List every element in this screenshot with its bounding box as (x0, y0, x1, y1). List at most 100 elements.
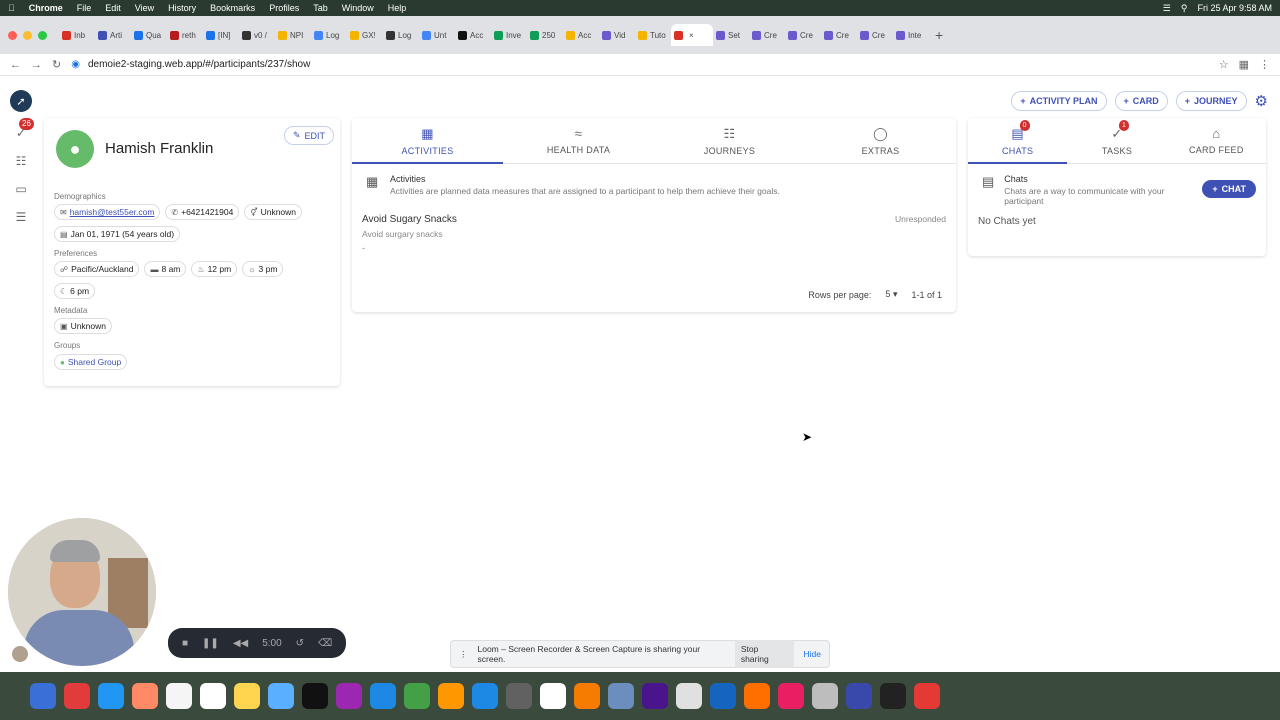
add-journey-button[interactable]: + JOURNEY (1175, 91, 1247, 111)
dock-app-icon[interactable] (744, 683, 770, 709)
menu-help[interactable]: Help (388, 3, 407, 13)
dock-app-icon[interactable] (200, 683, 226, 709)
browser-tab[interactable]: GX! (347, 24, 383, 46)
webcam-bubble[interactable] (8, 518, 156, 666)
search-icon[interactable]: ⚲ (1181, 3, 1188, 14)
edit-button[interactable]: ✎ EDIT (283, 126, 334, 145)
dob-chip[interactable]: ▤ Jan 01, 1971 (54 years old) (54, 226, 181, 242)
browser-tab[interactable]: Arti (95, 24, 131, 46)
menu-file[interactable]: File (77, 3, 92, 13)
dock-app-icon[interactable] (404, 683, 430, 709)
tab-journeys[interactable]: ☷ JOURNEYS (654, 118, 805, 163)
bookmark-star-icon[interactable]: ☆ (1219, 58, 1229, 71)
browser-tab[interactable]: Unt (419, 24, 455, 46)
email-chip[interactable]: ✉ hamish@test55er.com (54, 204, 161, 220)
stop-recording-icon[interactable]: ■ (182, 638, 188, 649)
timezone-chip[interactable]: ☍ Pacific/Auckland (54, 261, 140, 277)
tab-health-data[interactable]: ≈ HEALTH DATA (503, 118, 654, 163)
menu-view[interactable]: View (135, 3, 154, 13)
user-avatar[interactable] (12, 646, 28, 662)
browser-tab[interactable]: 250 (527, 24, 563, 46)
close-tab-icon[interactable]: × (689, 31, 694, 40)
browser-tab[interactable]: Qua (131, 24, 167, 46)
browser-menu-icon[interactable]: ⋮ (1259, 58, 1270, 71)
dock-app-icon[interactable] (880, 683, 906, 709)
menubar-app-name[interactable]: Chrome (29, 3, 63, 13)
url-text[interactable]: demoie2-staging.web.app/#/participants/2… (88, 59, 310, 70)
menu-edit[interactable]: Edit (105, 3, 121, 13)
browser-tab[interactable]: Log (311, 24, 347, 46)
rows-per-page-select[interactable]: 5 ▾ (885, 289, 897, 300)
dock-app-icon[interactable] (166, 683, 192, 709)
add-chat-button[interactable]: + CHAT (1202, 180, 1256, 198)
tab-tasks[interactable]: ✓ 1 TASKS (1067, 118, 1166, 163)
browser-tab[interactable]: reth (167, 24, 203, 46)
browser-tab[interactable]: × (671, 24, 713, 46)
book-rail-icon[interactable]: ▭ (13, 182, 29, 196)
extensions-icon[interactable]: ▦ (1239, 58, 1249, 71)
dock-app-icon[interactable] (438, 683, 464, 709)
reload-icon[interactable]: ↻ (52, 58, 61, 71)
menu-rail-icon[interactable]: ☰ (13, 210, 29, 224)
pause-icon[interactable]: ❚❚ (202, 638, 219, 649)
dock-app-icon[interactable] (540, 683, 566, 709)
dock-app-icon[interactable] (268, 683, 294, 709)
browser-tab[interactable]: Loɡ (383, 24, 419, 46)
delete-icon[interactable]: ⌫ (318, 638, 332, 649)
forward-icon[interactable]: → (31, 59, 42, 71)
lunch-time-chip[interactable]: ♨ 12 pm (191, 261, 238, 277)
browser-tab[interactable]: Acc (563, 24, 599, 46)
zoom-window-button[interactable] (38, 30, 47, 40)
menu-bookmarks[interactable]: Bookmarks (210, 3, 255, 13)
browser-tab[interactable]: Set (713, 24, 749, 46)
list-item[interactable]: Avoid Sugary Snacks Avoid surgary snacks… (352, 214, 956, 254)
app-logo-icon[interactable]: ➚ (10, 90, 32, 112)
wake-time-chip[interactable]: ▬ 8 am (144, 261, 187, 277)
browser-tab[interactable]: Cre (785, 24, 821, 46)
evening-time-chip[interactable]: ☾ 6 pm (54, 283, 96, 299)
dock-app-icon[interactable] (336, 683, 362, 709)
browser-tab[interactable]: Inb (59, 24, 95, 46)
browser-tab[interactable]: Cre (749, 24, 785, 46)
dock-app-icon[interactable] (812, 683, 838, 709)
gender-chip[interactable]: ⚥ Unknown (244, 204, 303, 220)
browser-tab[interactable]: Cre (857, 24, 893, 46)
close-window-button[interactable] (8, 30, 17, 40)
metadata-chip[interactable]: ▣ Unknown (54, 318, 112, 334)
site-info-icon[interactable]: ◉ (71, 59, 80, 70)
browser-tab[interactable]: Inve (491, 24, 527, 46)
dock-app-icon[interactable] (234, 683, 260, 709)
browser-tab[interactable]: Acc (455, 24, 491, 46)
drag-handle-icon[interactable]: ⋮ (459, 649, 468, 660)
tab-extras[interactable]: ◯ EXTRAS (805, 118, 956, 163)
dock-app-icon[interactable] (506, 683, 532, 709)
menu-profiles[interactable]: Profiles (269, 3, 299, 13)
menu-window[interactable]: Window (342, 3, 374, 13)
browser-tab[interactable]: [IN] (203, 24, 239, 46)
menu-history[interactable]: History (168, 3, 196, 13)
menubar-datetime[interactable]: Fri 25 Apr 9:58 AM (1197, 3, 1272, 13)
browser-tab[interactable]: Inte (893, 24, 929, 46)
stop-sharing-button[interactable]: Stop sharing (734, 640, 794, 668)
tab-chats[interactable]: ▤ 0 CHATS (968, 118, 1068, 164)
browser-tab[interactable]: v0 / (239, 24, 275, 46)
dock-app-icon[interactable] (132, 683, 158, 709)
dock-app-icon[interactable] (914, 683, 940, 709)
dock-app-icon[interactable] (846, 683, 872, 709)
wifi-icon[interactable]: ☰ (1163, 3, 1171, 14)
back-icon[interactable]: ← (10, 59, 21, 71)
browser-tab[interactable]: Tuto (635, 24, 671, 46)
tab-card-feed[interactable]: ⌂ CARD FEED (1167, 118, 1266, 163)
apple-icon[interactable]:  (8, 3, 15, 13)
dock-app-icon[interactable] (30, 683, 56, 709)
dock-app-icon[interactable] (710, 683, 736, 709)
dock-app-icon[interactable] (778, 683, 804, 709)
dock-app-icon[interactable] (98, 683, 124, 709)
dock-app-icon[interactable] (302, 683, 328, 709)
add-card-button[interactable]: + CARD (1114, 91, 1168, 111)
tab-activities[interactable]: ▦ ACTIVITIES (352, 118, 503, 164)
new-tab-icon[interactable]: + (935, 27, 943, 43)
dock-app-icon[interactable] (608, 683, 634, 709)
browser-tab[interactable]: NPI (275, 24, 311, 46)
phone-chip[interactable]: ✆ +6421421904 (165, 204, 240, 220)
